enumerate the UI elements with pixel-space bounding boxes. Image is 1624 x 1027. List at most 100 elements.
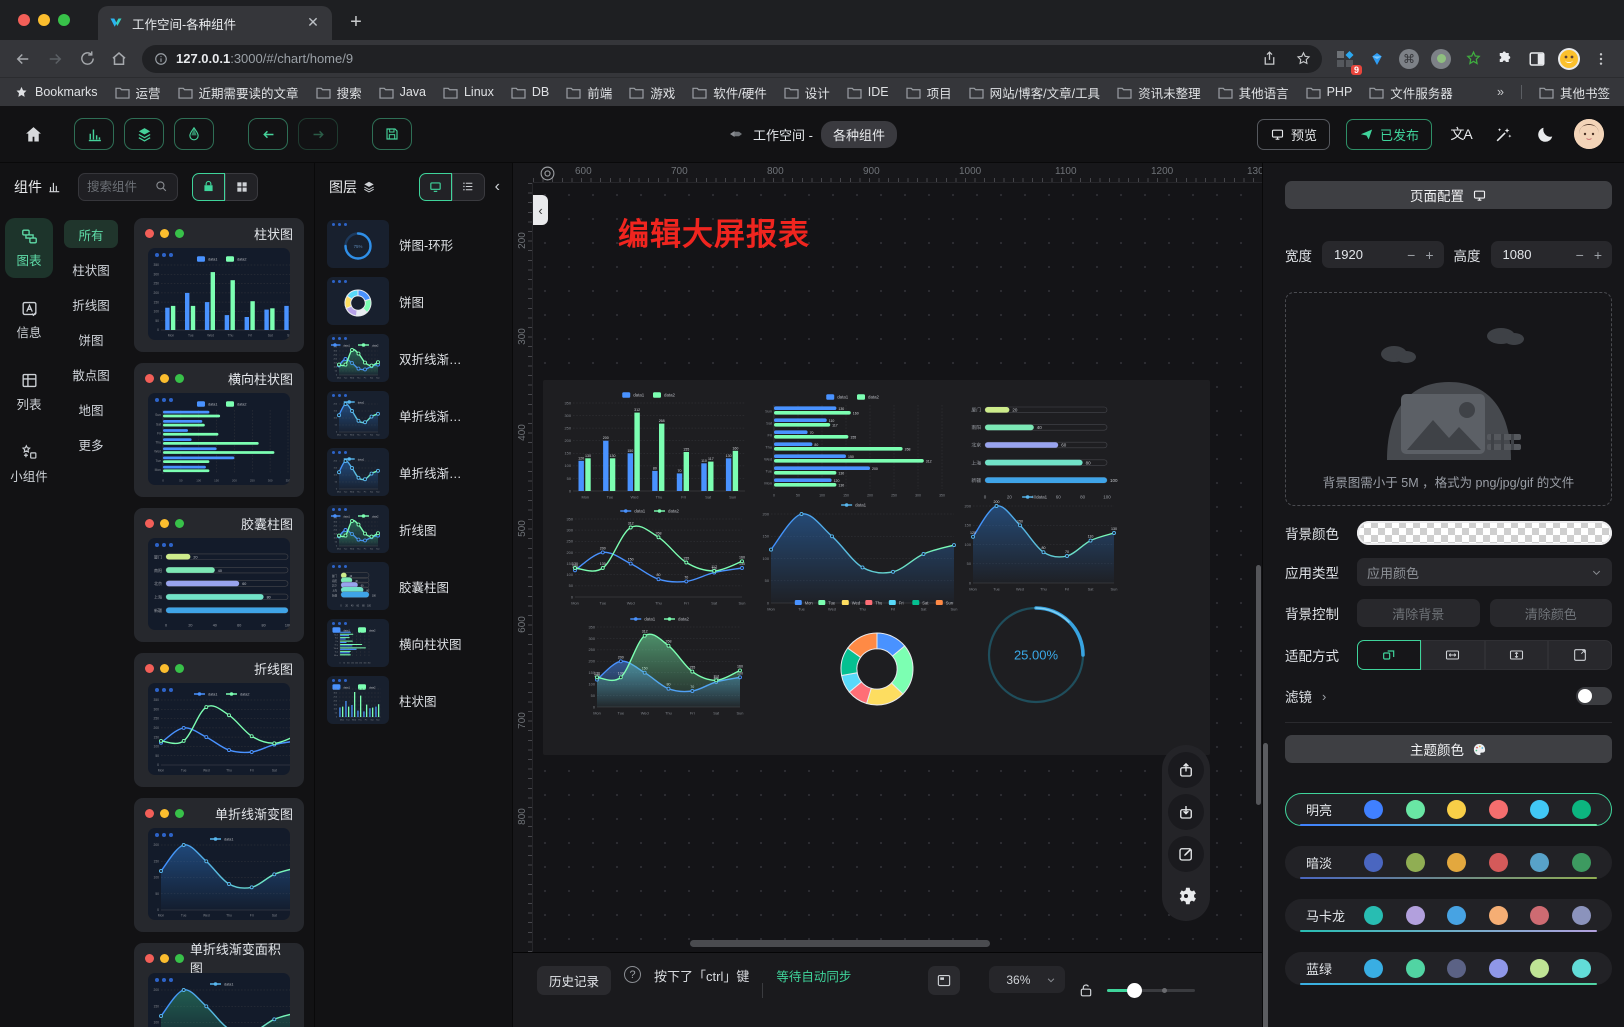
- gradient-line-chart[interactable]: data1050100150200MonTueWedThuFriSatSun: [755, 500, 961, 612]
- width-stepper[interactable]: 1920 − +: [1322, 241, 1444, 268]
- window-zoom-button[interactable]: [58, 14, 70, 26]
- dark-mode-moon-icon[interactable]: [1532, 121, 1558, 147]
- theme-row-马卡龙[interactable]: 马卡龙: [1285, 899, 1612, 932]
- fit-stretch-button[interactable]: [1548, 640, 1612, 670]
- chart-panel-toggle-button[interactable]: [74, 118, 114, 150]
- preview-button[interactable]: 预览: [1257, 119, 1330, 150]
- page-config-header[interactable]: 页面配置: [1285, 181, 1612, 209]
- redo-button[interactable]: [298, 118, 338, 150]
- bookmark-folder[interactable]: 前端: [566, 83, 612, 102]
- bar-chart[interactable]: data1data2050100150200250300350120130Mon…: [557, 390, 749, 500]
- bookmark-folder[interactable]: 近期需要读的文章: [178, 83, 299, 102]
- background-upload-dropzone[interactable]: 背景图需小于 5M ，格式为 png/jpg/gif 的文件: [1285, 292, 1612, 506]
- bookmark-folder[interactable]: Linux: [443, 83, 494, 102]
- new-tab-button[interactable]: +: [342, 9, 370, 37]
- gem-extension-icon[interactable]: [1364, 46, 1390, 72]
- bookmark-folder[interactable]: 其他语言: [1218, 83, 1289, 102]
- bookmark-folder[interactable]: DB: [511, 83, 549, 102]
- component-card-折线图[interactable]: 折线图 data1data2050100150200250300350MonTu…: [134, 653, 304, 787]
- bookmark-folder[interactable]: PHP: [1306, 83, 1353, 102]
- bookmark-folder[interactable]: 运营: [115, 83, 161, 102]
- category-更多[interactable]: 更多: [64, 430, 118, 458]
- zoom-slider[interactable]: [1107, 989, 1195, 992]
- bookmark-folder[interactable]: 资讯未整理: [1117, 83, 1201, 102]
- settings-gear-icon[interactable]: [1168, 878, 1204, 914]
- address-bar[interactable]: 127.0.0.1:3000/#/chart/home/9: [142, 45, 1322, 73]
- clear-color-button[interactable]: 清除颜色: [1490, 599, 1613, 627]
- editor-canvas[interactable]: 6007008009001000110012001300 20030040050…: [513, 163, 1262, 1027]
- grid-view-button[interactable]: [225, 173, 258, 201]
- height-stepper[interactable]: 1080 − +: [1491, 241, 1613, 268]
- bookmarks-overflow-chevron[interactable]: »: [1497, 85, 1504, 99]
- collapse-panel-handle[interactable]: ‹: [533, 195, 548, 225]
- import-icon[interactable]: [1168, 794, 1204, 830]
- minimap-toggle-button[interactable]: [928, 966, 960, 995]
- user-avatar[interactable]: [1574, 119, 1604, 149]
- bookmark-folder[interactable]: Java: [379, 83, 426, 102]
- undo-button[interactable]: [248, 118, 288, 150]
- forward-icon[interactable]: [42, 46, 68, 72]
- filter-panel-toggle-button[interactable]: [174, 118, 214, 150]
- category-饼图[interactable]: 饼图: [64, 325, 118, 353]
- filter-toggle-switch[interactable]: [1576, 687, 1612, 705]
- browser-tab[interactable]: 工作空间-各种组件 ✕: [98, 6, 332, 40]
- component-card-横向柱状图[interactable]: 横向柱状图 data1data2050100150200250300350Mon…: [134, 363, 304, 497]
- home-icon[interactable]: [106, 46, 132, 72]
- canvas-horizontal-scrollbar[interactable]: [690, 940, 990, 947]
- canvas-vertical-scrollbar[interactable]: [1256, 565, 1261, 805]
- theme-row-明亮[interactable]: 明亮: [1285, 793, 1612, 826]
- zoom-level-select[interactable]: 36%: [989, 966, 1065, 993]
- sidebar-tab-列表[interactable]: 列表: [5, 362, 53, 422]
- site-info-icon[interactable]: [154, 52, 168, 66]
- theme-color-header[interactable]: 主题颜色: [1285, 735, 1612, 763]
- fit-scale-button[interactable]: [1357, 640, 1421, 670]
- component-card-单折线渐变面积图[interactable]: 单折线渐变面积图 data1050100150200MonTueWedThuFr…: [134, 943, 304, 1027]
- bookmark-folder[interactable]: 搜索: [316, 83, 362, 102]
- extension-grid-icon[interactable]: 9: [1332, 46, 1358, 72]
- bookmark-star-icon[interactable]: [1290, 46, 1316, 72]
- filter-expand-chevron[interactable]: ›: [1322, 689, 1326, 704]
- search-input[interactable]: [78, 173, 178, 201]
- layer-item-单折线渐…[interactable]: data1050100150200MonTueWedThuFriSatSun 单…: [327, 448, 500, 496]
- component-card-胶囊柱图[interactable]: 胶囊柱图 厦门20南阳40北京60上海80新疆100020406080100: [134, 508, 304, 642]
- magic-wand-icon[interactable]: [1490, 121, 1516, 147]
- category-柱状图[interactable]: 柱状图: [64, 255, 118, 283]
- background-color-swatch[interactable]: [1357, 521, 1612, 545]
- apply-type-select[interactable]: 应用颜色: [1357, 558, 1612, 586]
- publish-button[interactable]: 已发布: [1346, 119, 1432, 150]
- project-name-badge[interactable]: 各种组件: [821, 121, 897, 148]
- collapse-layers-icon[interactable]: ‹: [491, 178, 504, 196]
- list-view-button[interactable]: [452, 173, 485, 201]
- line-chart[interactable]: data1data2050100150200250300350120200150…: [559, 506, 749, 606]
- donut-pie-chart[interactable]: MonTueWedThuFriSatSun: [771, 598, 983, 728]
- edit-icon[interactable]: [1168, 836, 1204, 872]
- other-bookmarks-folder[interactable]: 其他书签: [1539, 83, 1610, 102]
- tab-close-icon[interactable]: ✕: [304, 14, 322, 32]
- layer-item-饼图[interactable]: 饼图: [327, 277, 500, 325]
- theme-row-蓝绿[interactable]: 蓝绿: [1285, 952, 1612, 985]
- window-close-button[interactable]: [18, 14, 30, 26]
- width-increment[interactable]: +: [1423, 247, 1435, 263]
- fit-width-button[interactable]: [1421, 640, 1485, 670]
- thumbnail-view-button[interactable]: [419, 173, 452, 201]
- bookmarks-manager[interactable]: Bookmarks: [14, 85, 98, 100]
- search-field[interactable]: [87, 180, 151, 194]
- zoom-slider-knob[interactable]: [1127, 983, 1142, 998]
- language-toggle-icon[interactable]: 文A: [1448, 121, 1474, 147]
- component-card-柱状图[interactable]: 柱状图 data1data2050100150200250300350MonTu…: [134, 218, 304, 352]
- sidebar-toggle-icon[interactable]: [1524, 46, 1550, 72]
- bookmark-folder[interactable]: 设计: [784, 83, 830, 102]
- puzzle-extensions-icon[interactable]: [1492, 46, 1518, 72]
- export-icon[interactable]: [1168, 752, 1204, 788]
- layers-panel-toggle-button[interactable]: [124, 118, 164, 150]
- dashboard-preview[interactable]: data1data2050100150200250300350120130Mon…: [543, 380, 1210, 755]
- bookmark-folder[interactable]: 软件/硬件: [692, 83, 766, 102]
- ruler-eye-icon[interactable]: [539, 165, 556, 182]
- capsule-bar-chart[interactable]: 厦门20南阳40北京60上海80新疆100020406080100: [963, 394, 1123, 500]
- help-icon[interactable]: ?: [624, 966, 641, 983]
- layer-item-柱状图[interactable]: data1data2050100150200250300350MonTueWed…: [327, 676, 500, 724]
- sidebar-tab-小组件[interactable]: 小组件: [5, 434, 53, 494]
- dot-extension-icon[interactable]: [1428, 46, 1454, 72]
- layer-item-单折线渐…[interactable]: data1050100150200MonTueWedThuFriSatSun 单…: [327, 391, 500, 439]
- category-折线图[interactable]: 折线图: [64, 290, 118, 318]
